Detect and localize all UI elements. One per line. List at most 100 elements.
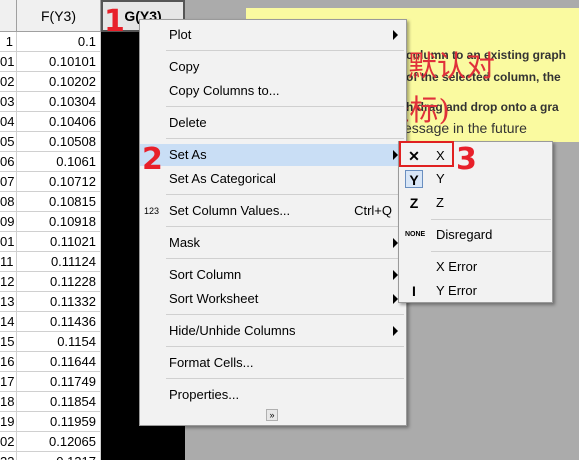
row-cell-f[interactable]: 0.1061 xyxy=(17,152,101,172)
column-context-menu: Plot Copy Copy Columns to... Delete Set … xyxy=(139,19,407,426)
submenu-item-label: Y xyxy=(436,171,445,186)
menu-item-plot[interactable]: Plot xyxy=(140,24,406,46)
submenu-arrow-icon xyxy=(393,326,398,336)
step-3-marker: 3 xyxy=(456,142,477,177)
menu-item-mask[interactable]: Mask xyxy=(140,232,406,254)
shortcut-label: Ctrl+Q xyxy=(354,203,392,218)
row-cell-f[interactable]: 0.10712 xyxy=(17,172,101,192)
menu-separator xyxy=(166,346,404,347)
row-cell-f[interactable]: 0.11124 xyxy=(17,252,101,272)
menu-separator xyxy=(166,138,404,139)
row-cell-e[interactable]: 11 xyxy=(0,252,17,272)
table-row: 230.1217 xyxy=(0,452,185,460)
row-cell-e[interactable]: 01 xyxy=(0,52,17,72)
menu-item-delete[interactable]: Delete xyxy=(140,112,406,134)
row-cell-f[interactable]: 0.1217 xyxy=(17,452,101,460)
expand-menu-icon[interactable]: » xyxy=(266,409,278,421)
row-cell-f[interactable]: 0.11959 xyxy=(17,412,101,432)
menu-item-properties[interactable]: Properties... xyxy=(140,384,406,406)
row-cell-g[interactable] xyxy=(101,452,185,460)
row-cell-f[interactable]: 0.11332 xyxy=(17,292,101,312)
row-cell-e[interactable]: 09 xyxy=(0,212,17,232)
submenu-item-label: Y Error xyxy=(436,283,477,298)
submenu-arrow-icon xyxy=(393,30,398,40)
menu-item-label: Sort Worksheet xyxy=(169,291,259,306)
step-2-marker: 2 xyxy=(142,142,163,177)
row-cell-e[interactable]: 19 xyxy=(0,412,17,432)
row-cell-f[interactable]: 0.1154 xyxy=(17,332,101,352)
submenu-item-z[interactable]: Z Z xyxy=(399,192,552,214)
row-cell-e[interactable]: 23 xyxy=(0,452,17,460)
row-cell-f[interactable]: 0.10304 xyxy=(17,92,101,112)
menu-separator xyxy=(166,194,404,195)
row-cell-e[interactable]: 02 xyxy=(0,432,17,452)
row-cell-f[interactable]: 0.10918 xyxy=(17,212,101,232)
column-header-e[interactable] xyxy=(0,0,17,32)
row-cell-f[interactable]: 0.10815 xyxy=(17,192,101,212)
menu-item-label: Mask xyxy=(169,235,201,250)
row-cell-f[interactable]: 0.1 xyxy=(17,32,101,52)
row-cell-e[interactable]: 14 xyxy=(0,312,17,332)
menu-item-label: Set Column Values... xyxy=(169,203,291,218)
row-cell-e[interactable]: 12 xyxy=(0,272,17,292)
menu-item-set-column-values[interactable]: 123 Set Column Values... Ctrl+Q xyxy=(140,200,406,222)
menu-item-format-cells[interactable]: Format Cells... xyxy=(140,352,406,374)
row-cell-f[interactable]: 0.11436 xyxy=(17,312,101,332)
menu-item-hide-unhide-columns[interactable]: Hide/Unhide Columns xyxy=(140,320,406,342)
row-cell-e[interactable]: 01 xyxy=(0,232,17,252)
row-cell-e[interactable]: 02 xyxy=(0,72,17,92)
row-cell-f[interactable]: 0.11749 xyxy=(17,372,101,392)
submenu-item-disregard[interactable]: NONE Disregard xyxy=(399,224,552,246)
row-cell-e[interactable]: 04 xyxy=(0,112,17,132)
row-cell-e[interactable]: 15 xyxy=(0,332,17,352)
set-values-icon: 123 xyxy=(144,206,160,216)
step-1-marker: 1 xyxy=(104,4,125,39)
submenu-item-x-error[interactable]: X Error xyxy=(399,256,552,278)
menu-separator xyxy=(166,314,404,315)
menu-separator xyxy=(166,258,404,259)
row-cell-e[interactable]: 1 xyxy=(0,32,17,52)
menu-item-label: Plot xyxy=(169,27,192,42)
menu-item-set-as-categorical[interactable]: Set As Categorical xyxy=(140,168,406,190)
row-cell-e[interactable]: 06 xyxy=(0,152,17,172)
submenu-item-y-error[interactable]: I Y Error xyxy=(399,280,552,302)
row-cell-f[interactable]: 0.12065 xyxy=(17,432,101,452)
submenu-item-label: Z xyxy=(436,195,444,210)
menu-item-copy[interactable]: Copy xyxy=(140,56,406,78)
menu-item-label: Hide/Unhide Columns xyxy=(169,323,296,338)
menu-separator xyxy=(166,378,404,379)
row-cell-f[interactable]: 0.10508 xyxy=(17,132,101,152)
row-cell-f[interactable]: 0.10202 xyxy=(17,72,101,92)
row-cell-f[interactable]: 0.11854 xyxy=(17,392,101,412)
highlight-box xyxy=(399,141,454,167)
column-header-f[interactable]: F(Y3) xyxy=(17,0,101,32)
row-cell-e[interactable]: 07 xyxy=(0,172,17,192)
menu-item-set-as[interactable]: Set As xyxy=(140,144,406,166)
row-cell-e[interactable]: 16 xyxy=(0,352,17,372)
menu-item-sort-column[interactable]: Sort Column xyxy=(140,264,406,286)
row-cell-e[interactable]: 17 xyxy=(0,372,17,392)
row-cell-e[interactable]: 18 xyxy=(0,392,17,412)
row-cell-e[interactable]: 05 xyxy=(0,132,17,152)
y-axis-icon: Y xyxy=(405,170,423,188)
row-cell-g[interactable] xyxy=(101,432,185,452)
table-row: 02 0.12065 xyxy=(0,432,185,452)
menu-item-sort-worksheet[interactable]: Sort Worksheet xyxy=(140,288,406,310)
menu-separator xyxy=(431,251,551,252)
menu-item-label: Set As xyxy=(169,147,207,162)
row-cell-e[interactable]: 03 xyxy=(0,92,17,112)
row-cell-e[interactable]: 13 xyxy=(0,292,17,312)
menu-separator xyxy=(166,50,404,51)
row-cell-f[interactable]: 0.11021 xyxy=(17,232,101,252)
row-cell-f[interactable]: 0.11228 xyxy=(17,272,101,292)
z-axis-icon: Z xyxy=(409,195,419,211)
row-cell-e[interactable]: 08 xyxy=(0,192,17,212)
none-icon: NONE xyxy=(405,231,426,238)
menu-item-copy-columns-to[interactable]: Copy Columns to... xyxy=(140,80,406,102)
row-cell-f[interactable]: 0.11644 xyxy=(17,352,101,372)
row-cell-f[interactable]: 0.10406 xyxy=(17,112,101,132)
menu-separator xyxy=(166,226,404,227)
menu-separator xyxy=(431,219,551,220)
y-error-icon: I xyxy=(412,283,416,299)
row-cell-f[interactable]: 0.10101 xyxy=(17,52,101,72)
